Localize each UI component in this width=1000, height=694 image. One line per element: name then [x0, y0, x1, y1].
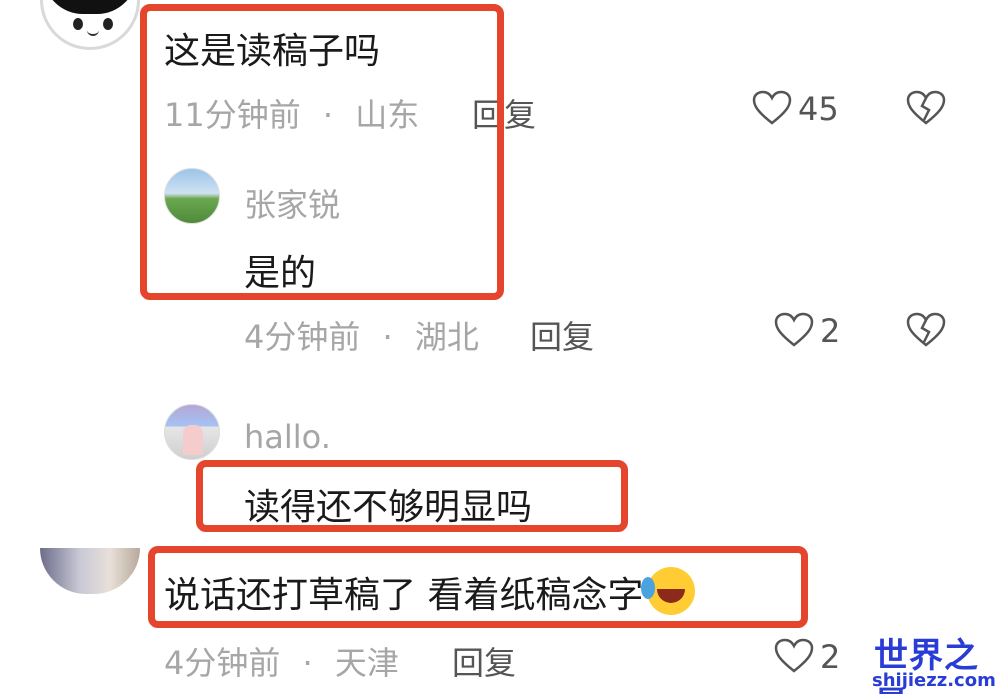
like-count: 2 — [820, 312, 841, 350]
reply-time: 4分钟前 — [244, 318, 361, 356]
reply-avatar[interactable] — [164, 404, 220, 460]
heart-outline-icon[interactable] — [774, 312, 814, 348]
highlight-box — [148, 546, 808, 628]
reply-button[interactable]: 回复 — [530, 312, 594, 358]
reply-author[interactable]: hallo. — [244, 418, 331, 456]
like-count: 2 — [820, 638, 841, 676]
reply-meta: 4分钟前 · 湖北 — [244, 312, 479, 358]
avatar-eye — [73, 18, 83, 30]
reply-location: 湖北 — [414, 318, 479, 356]
meta-separator: · — [382, 318, 393, 356]
comment-location: 天津 — [334, 644, 399, 682]
heart-outline-icon[interactable] — [752, 90, 792, 126]
broken-heart-icon[interactable] — [906, 312, 946, 348]
broken-heart-icon[interactable] — [906, 90, 946, 126]
commenter-avatar[interactable] — [40, 0, 140, 50]
heart-outline-icon[interactable] — [774, 638, 814, 674]
like-count: 45 — [798, 90, 839, 128]
avatar-mouth — [87, 30, 99, 36]
avatar-hair — [43, 0, 137, 14]
reply-button[interactable]: 回复 — [452, 638, 516, 684]
commenter-avatar[interactable] — [40, 548, 140, 594]
highlight-box — [140, 4, 504, 300]
meta-separator: · — [302, 644, 313, 682]
comment-meta: 4分钟前 · 天津 — [164, 638, 399, 684]
avatar-figure — [183, 425, 203, 455]
watermark-url: shijiezz.com — [872, 670, 996, 691]
highlight-box — [196, 460, 628, 532]
comment-time: 4分钟前 — [164, 644, 281, 682]
avatar-eye — [103, 18, 113, 30]
